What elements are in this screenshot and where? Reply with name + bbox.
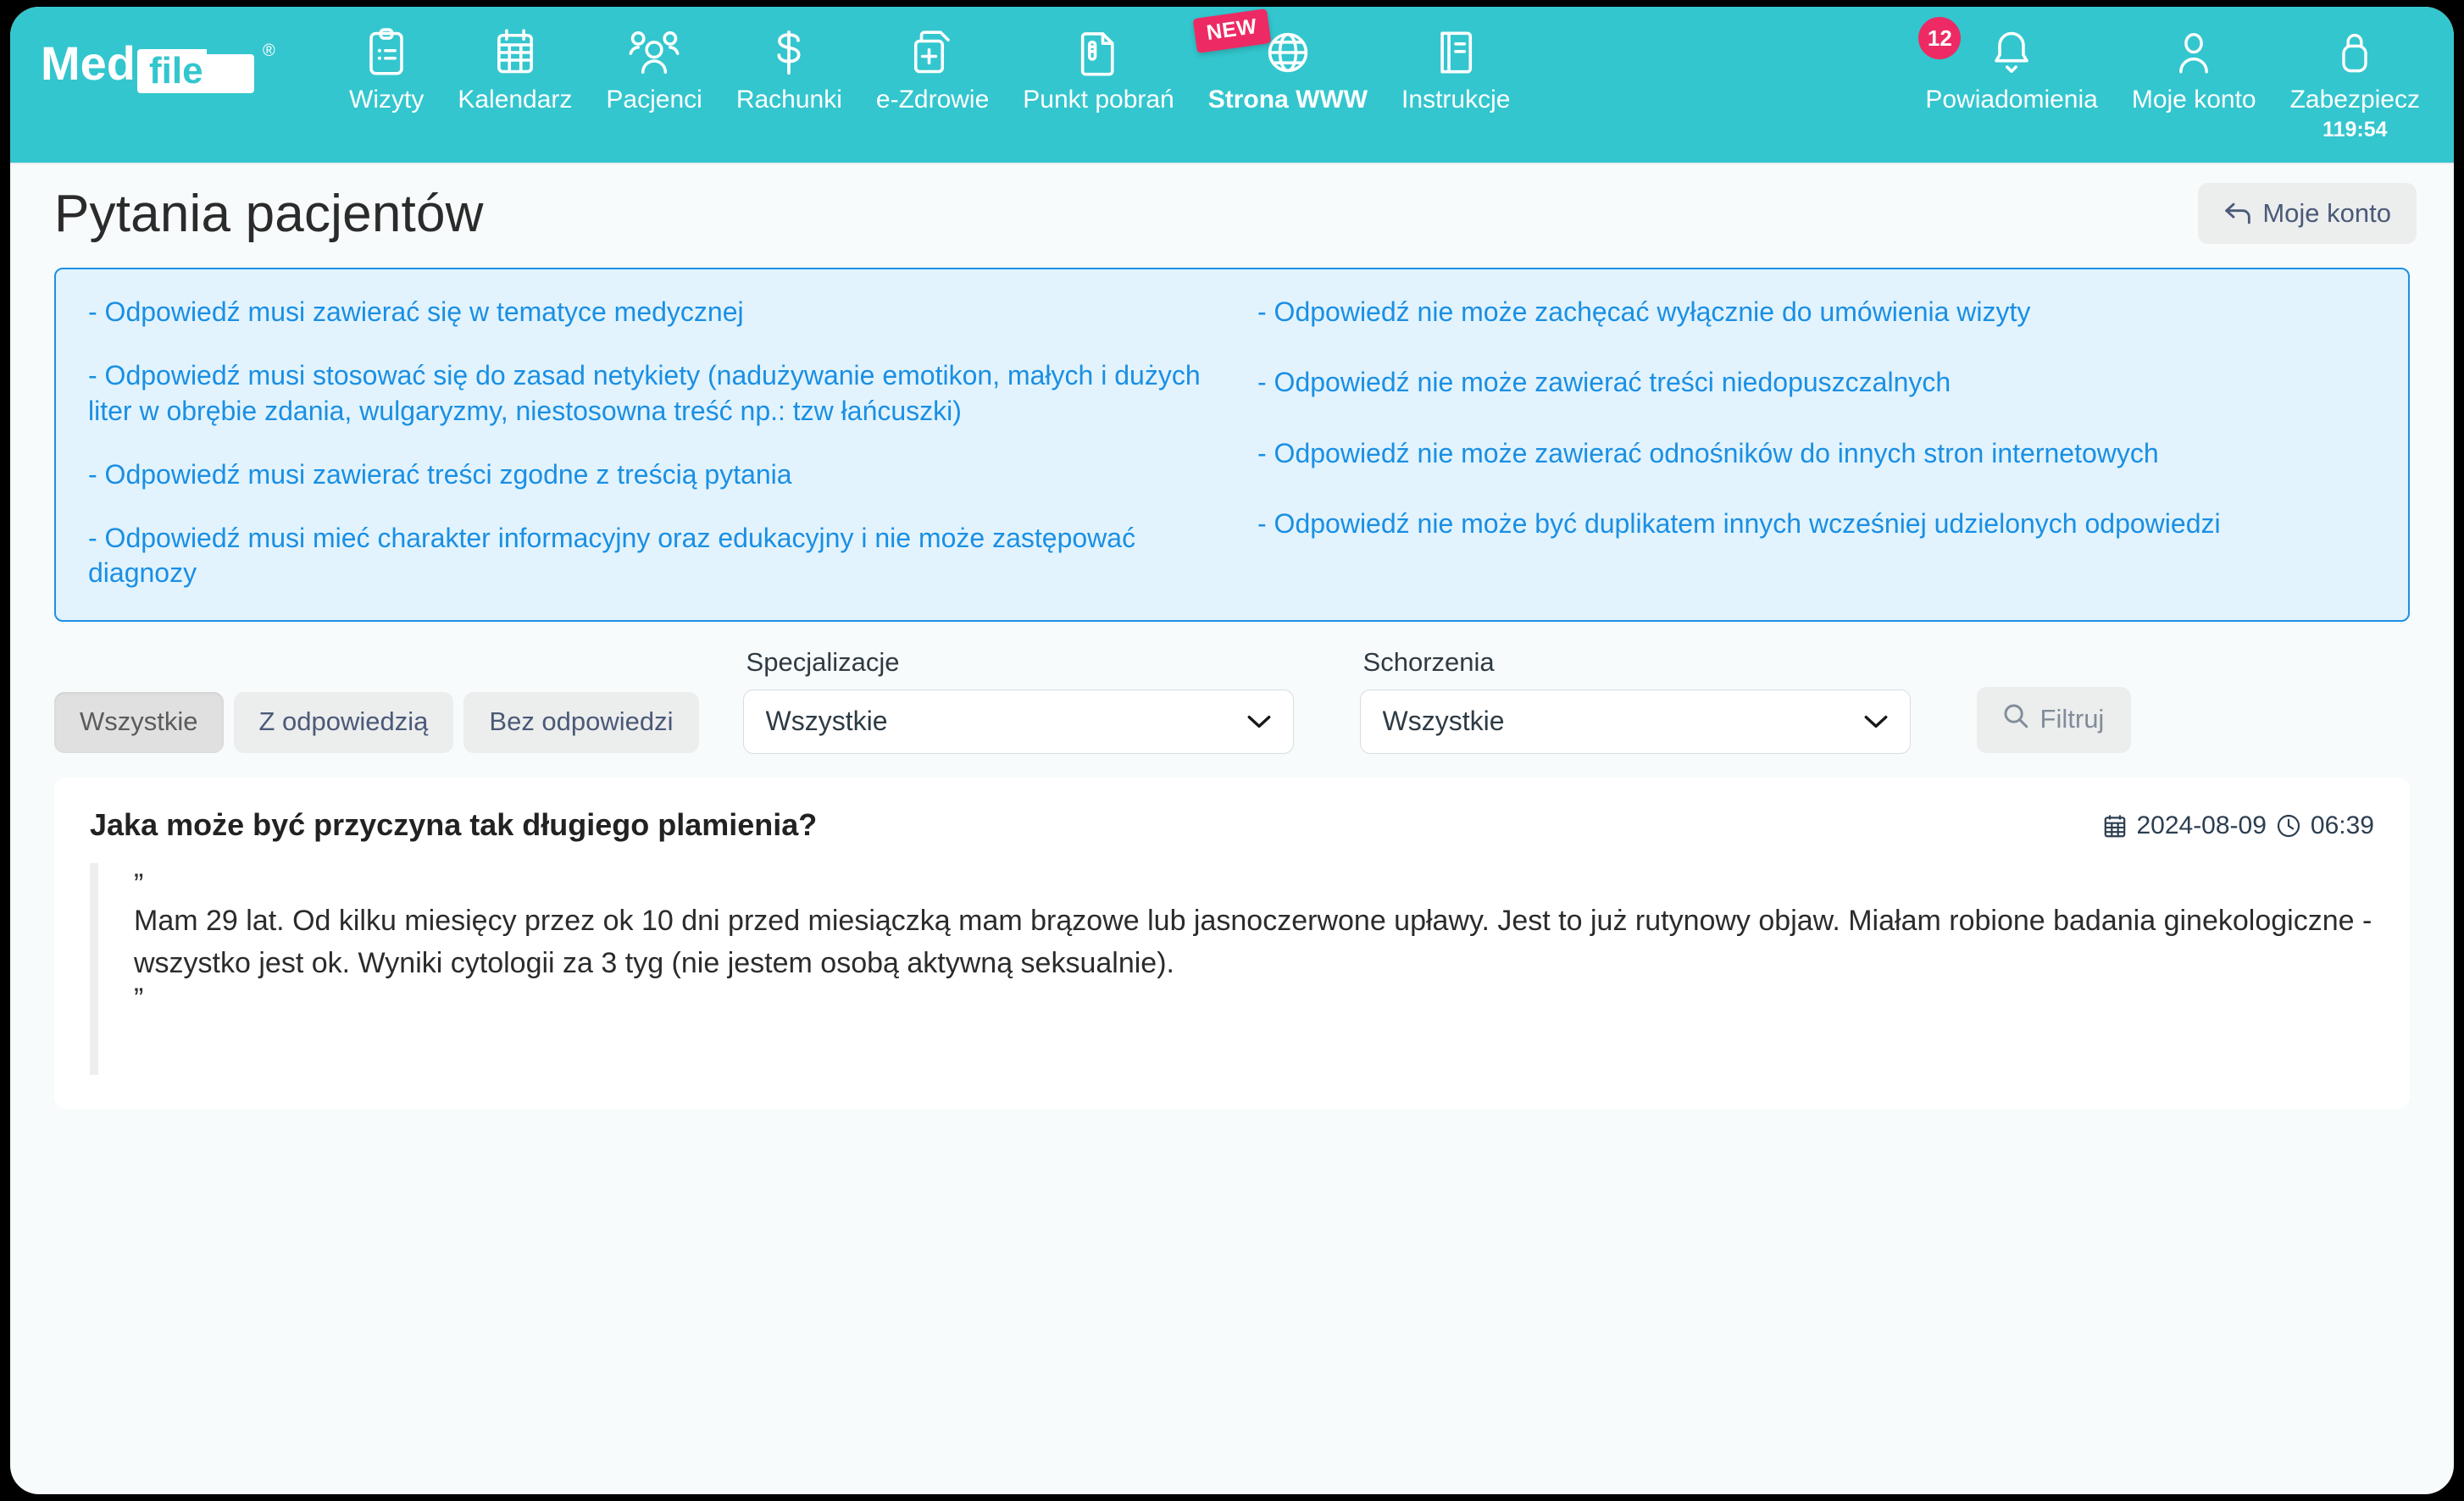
tab-wszystkie[interactable]: Wszystkie — [54, 691, 224, 753]
rules-column-left: - Odpowiedź musi zawierać się w tematyce… — [88, 295, 1207, 591]
nav-item-instrukcje[interactable]: Instrukcje — [1385, 19, 1527, 115]
question-meta: 2024-08-09 06:39 — [2103, 806, 2374, 840]
filter-button-label: Filtruj — [2039, 703, 2105, 734]
question-time: 06:39 — [2310, 811, 2374, 839]
notification-count-badge: 12 — [1918, 17, 1962, 59]
rule-item: - Odpowiedź nie może zawierać treści nie… — [1257, 367, 1951, 398]
conditions-label: Schorzenia — [1362, 646, 1495, 677]
arrow-back-icon — [2223, 201, 2252, 226]
rule-item: - Odpowiedź musi stosować się do zasad n… — [88, 360, 1201, 426]
clock-icon — [2276, 813, 2301, 839]
conditions-select-wrapper: Wszystkie — [1359, 689, 1911, 754]
medical-files-icon — [910, 25, 956, 80]
my-account-back-button[interactable]: Moje konto — [2198, 183, 2417, 244]
nav-label: Instrukcje — [1401, 86, 1511, 114]
open-quote-mark: ” — [134, 867, 145, 900]
session-timer: 119:54 — [2322, 118, 2388, 141]
user-icon — [2172, 25, 2216, 80]
conditions-select[interactable]: Wszystkie — [1359, 689, 1911, 754]
filter-button[interactable]: Filtruj — [1976, 686, 2132, 753]
nav-label: Punkt pobrań — [1023, 86, 1174, 114]
new-badge: NEW — [1192, 8, 1272, 53]
nav-label: Strona WWW — [1207, 86, 1368, 114]
top-navigation-bar: Med file ® Wizyty Kalendarz Pacjenci Rac… — [10, 7, 2454, 163]
nav-item-wizyty[interactable]: Wizyty — [332, 19, 441, 115]
nav-label: Wizyty — [349, 86, 425, 114]
specializations-label: Specjalizacje — [746, 646, 900, 677]
question-card[interactable]: Jaka może być przyczyna tak długiego pla… — [54, 777, 2410, 1109]
book-icon — [1435, 25, 1477, 80]
question-body-text: Mam 29 lat. Od kilku miesięcy przez ok 1… — [134, 905, 2372, 979]
page-header: Pytania pacjentów Moje konto — [10, 163, 2454, 252]
globe-icon — [1265, 25, 1311, 80]
answer-status-tabs: Wszystkie Z odpowiedzią Bez odpowiedzi — [54, 691, 699, 754]
rules-info-box: - Odpowiedź musi zawierać się w tematyce… — [54, 268, 2410, 622]
rule-item: - Odpowiedź nie może być duplikatem inny… — [1257, 507, 2221, 539]
calendar-icon — [2103, 813, 2127, 839]
question-body-quote: ” Mam 29 lat. Od kilku miesięcy przez ok… — [90, 862, 2374, 1075]
nav-item-pacjenci[interactable]: Pacjenci — [589, 19, 719, 115]
rule-item: - Odpowiedź musi zawierać treści zgodne … — [88, 458, 792, 490]
nav-label: e-Zdrowie — [875, 86, 990, 114]
nav-item-kalendarz[interactable]: Kalendarz — [441, 19, 589, 115]
nav-item-punkt-pobran[interactable]: Punkt pobrań — [1006, 19, 1190, 115]
rule-item: - Odpowiedź nie może zachęcać wyłącznie … — [1257, 296, 2031, 327]
nav-item-zabezpiecz[interactable]: Zabezpiecz 119:54 — [2273, 19, 2454, 142]
svg-text:®: ® — [263, 42, 275, 60]
nav-label: Moje konto — [2131, 86, 2256, 114]
question-card-header: Jaka może być przyczyna tak długiego pla… — [90, 806, 2374, 843]
nav-label: Pacjenci — [606, 86, 702, 114]
users-icon — [628, 25, 680, 80]
rule-item: - Odpowiedź musi zawierać się w tematyce… — [88, 296, 744, 327]
specializations-select[interactable]: Wszystkie — [742, 689, 1294, 754]
dollar-icon — [770, 25, 807, 80]
nav-items: Wizyty Kalendarz Pacjenci Rachunki e-Zdr… — [332, 7, 2454, 163]
nav-label: Rachunki — [735, 86, 842, 114]
app-window: Med file ® Wizyty Kalendarz Pacjenci Rac… — [10, 7, 2454, 1494]
nav-item-moje-konto[interactable]: Moje konto — [2115, 19, 2273, 115]
specializations-select-wrapper: Wszystkie — [742, 689, 1294, 754]
brand-logo[interactable]: Med file ® — [10, 7, 332, 97]
my-account-button-label: Moje konto — [2262, 198, 2391, 228]
close-quote-mark: ” — [134, 982, 145, 1015]
lock-icon — [2333, 25, 2377, 80]
tab-bez-odpowiedzi[interactable]: Bez odpowiedzi — [463, 691, 699, 753]
bell-icon — [1989, 25, 2034, 80]
search-icon — [2002, 702, 2029, 736]
nav-item-powiadomienia[interactable]: 12 Powiadomienia — [1908, 17, 2114, 115]
specializations-field: Specjalizacje Wszystkie — [742, 646, 1294, 754]
page-title: Pytania pacjentów — [54, 184, 484, 243]
nav-label: Zabezpiecz — [2289, 86, 2420, 114]
rule-item: - Odpowiedź musi mieć charakter informac… — [88, 523, 1136, 589]
rule-item: - Odpowiedź nie może zawierać odnośników… — [1257, 437, 2159, 468]
rules-column-right: - Odpowiedź nie może zachęcać wyłącznie … — [1257, 295, 2376, 591]
question-date: 2024-08-09 — [2136, 811, 2267, 839]
question-title: Jaka może być przyczyna tak długiego pla… — [90, 806, 818, 842]
conditions-field: Schorzenia Wszystkie — [1359, 646, 1911, 754]
nav-item-rachunki[interactable]: Rachunki — [719, 19, 859, 115]
nav-label: Powiadomienia — [1925, 86, 2098, 114]
nav-label: Kalendarz — [458, 86, 573, 114]
calendar-icon — [492, 25, 538, 80]
nav-item-e-zdrowie[interactable]: e-Zdrowie — [859, 19, 1006, 115]
nav-item-strona-www[interactable]: NEW Strona WWW — [1191, 8, 1385, 115]
document-test-icon — [1076, 25, 1122, 80]
filter-bar: Wszystkie Z odpowiedzią Bez odpowiedzi S… — [10, 622, 2454, 754]
svg-text:Med: Med — [41, 36, 136, 90]
tab-z-odpowiedzia[interactable]: Z odpowiedzią — [233, 691, 454, 753]
svg-text:file: file — [149, 50, 203, 91]
clipboard-list-icon — [363, 25, 409, 80]
